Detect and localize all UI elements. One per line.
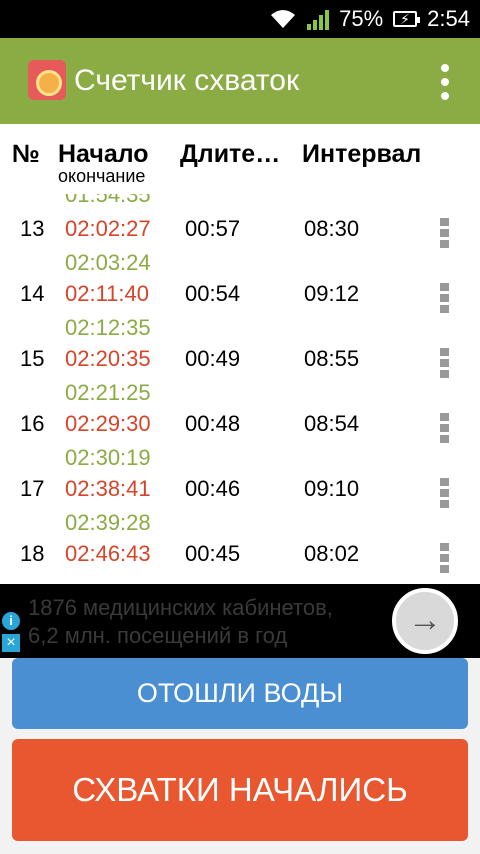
app-title: Счетчик схваток [74,64,300,97]
wifi-icon [271,10,296,28]
list-item[interactable]: 14 02:11:40 02:12:35 00:54 09:12 [0,259,480,340]
contractions-started-button[interactable]: СХВАТКИ НАЧАЛИСЬ [12,739,468,841]
ad-line-2: 6,2 млн. посещений в год [28,623,288,648]
row-menu-icon[interactable] [440,348,450,378]
row-menu-icon[interactable] [440,413,450,443]
row-menu-icon[interactable] [440,283,450,313]
interval: 08:30 [304,216,360,241]
ad-line-1: 1876 медицинских кабинетов, [28,595,333,620]
header-end: окончание [58,166,146,186]
header-start: Начало [58,140,149,168]
duration: 00:57 [185,216,241,241]
waters-broke-button[interactable]: ОТОШЛИ ВОДЫ [12,658,468,729]
row-number: 18 [20,541,45,566]
interval: 09:10 [304,476,360,501]
start-time: 02:20:35 [65,346,151,371]
ad-text[interactable]: 1876 медицинских кабинетов, 6,2 млн. пос… [28,594,388,650]
list-item[interactable]: 13 02:02:27 02:03:24 00:57 08:30 [0,194,480,275]
more-vert-icon[interactable] [440,64,450,100]
table-header: № Начало окончание Длите… Интервал [0,124,480,194]
row-number: 17 [20,476,45,501]
row-menu-icon[interactable] [440,543,450,573]
battery-icon: ⚡ [393,11,421,27]
list-item[interactable]: 16 02:29:30 02:30:19 00:48 08:54 [0,389,480,470]
app-bar: Счетчик схваток [0,38,480,124]
row-number: 16 [20,411,45,436]
signal-icon [307,8,330,30]
start-time: 02:38:41 [65,476,151,501]
arrow-right-icon[interactable]: → [392,588,458,654]
header-duration: Длите… [180,140,281,168]
status-bar: 75% ⚡ 2:54 [0,0,480,38]
close-icon[interactable]: × [2,634,20,652]
duration: 00:46 [185,476,241,501]
start-time: 02:46:43 [65,541,151,566]
duration: 00:54 [185,281,241,306]
info-icon[interactable]: i [2,612,20,630]
row-number: 14 [20,281,45,306]
list-item[interactable]: 18 02:46:43 00:45 08:02 [0,519,480,584]
interval: 09:12 [304,281,360,306]
row-menu-icon[interactable] [440,478,450,508]
start-time: 02:11:40 [65,281,150,306]
battery-percent: 75% [339,6,384,31]
start-time: 02:02:27 [65,216,151,241]
header-interval: Интервал [302,140,422,168]
interval: 08:02 [304,541,360,566]
contraction-list[interactable]: 01:54:35 13 02:02:27 02:03:24 00:57 08:3… [0,194,480,584]
row-menu-icon[interactable] [440,218,450,248]
stopwatch-icon [28,60,66,100]
duration: 00:49 [185,346,241,371]
clock: 2:54 [427,6,470,31]
ad-banner[interactable]: 1876 медицинских кабинетов, 6,2 млн. пос… [0,584,480,658]
duration: 00:48 [185,411,241,436]
list-item[interactable]: 17 02:38:41 02:39:28 00:46 09:10 [0,454,480,535]
header-number: № [12,140,40,168]
list-item[interactable]: 15 02:20:35 02:21:25 00:49 08:55 [0,324,480,405]
interval: 08:55 [304,346,360,371]
start-time: 02:29:30 [65,411,151,436]
interval: 08:54 [304,411,360,436]
row-number: 15 [20,346,45,371]
duration: 00:45 [185,541,241,566]
row-number: 13 [20,216,45,241]
